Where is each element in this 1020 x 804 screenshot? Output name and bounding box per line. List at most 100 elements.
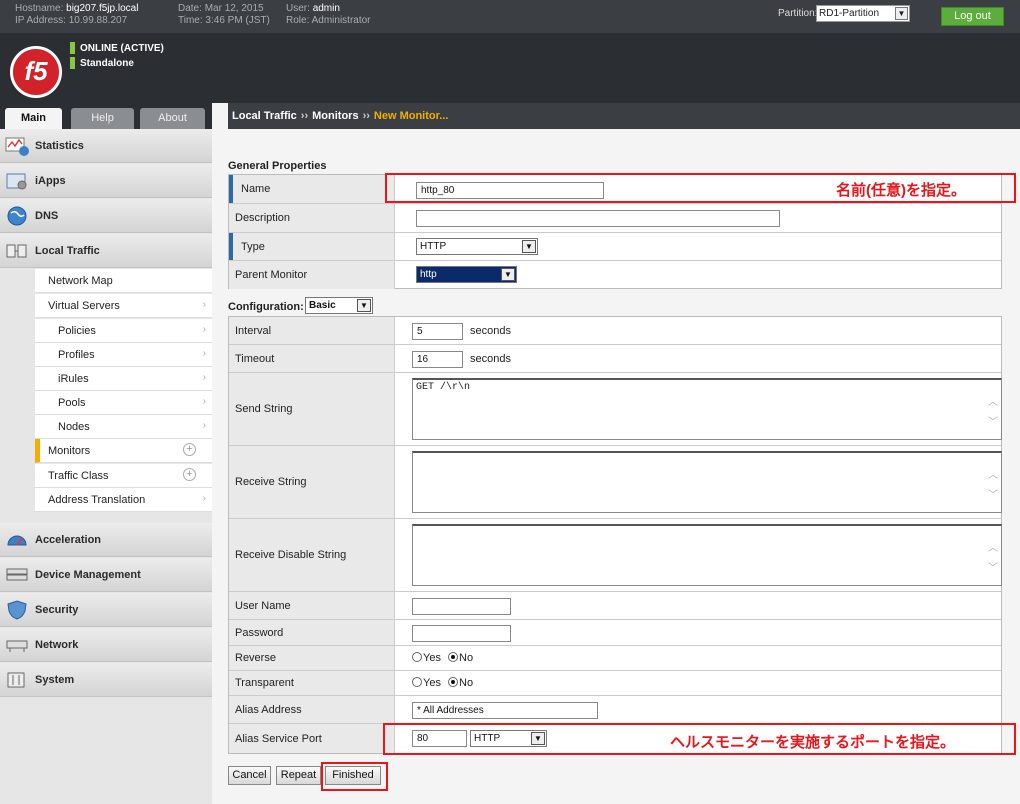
send-string-value: GET /\r\n: [416, 382, 471, 393]
parent-monitor-label-cell: Parent Monitor: [229, 261, 395, 289]
parent-monitor-select[interactable]: http ▼: [416, 266, 517, 283]
breadcrumb-monitors[interactable]: Monitors: [312, 110, 358, 122]
chevron-down-icon: ▼: [501, 268, 515, 281]
transparent-yes-radio[interactable]: Yes: [412, 677, 441, 689]
receive-string-textarea[interactable]: ︿ ﹀: [412, 451, 1002, 513]
receive-string-label-cell: Receive String: [229, 446, 395, 518]
role-label: Role:: [286, 15, 310, 26]
timeout-label-cell: Timeout: [229, 345, 395, 372]
radio-label: No: [459, 677, 474, 689]
local-traffic-icon: [6, 244, 27, 258]
scrollbar-icon[interactable]: ︿ ﹀: [988, 394, 998, 434]
breadcrumb-separator: ››: [362, 110, 370, 122]
host-info: Hostname: big207.f5jp.local IP Address: …: [15, 3, 138, 27]
sidebar-item-policies[interactable]: Policies ›: [35, 319, 212, 343]
reverse-no-radio[interactable]: No: [448, 652, 473, 664]
sidebar-item-local-traffic[interactable]: Local Traffic: [0, 234, 212, 268]
type-select[interactable]: HTTP ▼: [416, 238, 538, 255]
tab-main[interactable]: Main: [5, 108, 62, 129]
timeout-row: Timeout seconds: [229, 345, 1001, 373]
description-input[interactable]: [416, 210, 780, 227]
dns-icon: [7, 206, 27, 226]
password-label: Password: [235, 626, 284, 639]
transparent-label-cell: Transparent: [229, 671, 395, 695]
sidebar-item-acceleration[interactable]: Acceleration: [0, 523, 212, 557]
chevron-right-icon: ›: [202, 396, 206, 407]
username-label-cell: User Name: [229, 592, 395, 619]
date-value: Mar 12, 2015: [204, 3, 264, 14]
tab-about[interactable]: About: [140, 108, 205, 129]
sidebar-item-monitors[interactable]: Monitors +: [35, 439, 212, 463]
interval-unit: seconds: [470, 325, 511, 337]
parent-monitor-value: http: [420, 269, 437, 280]
sidebar-item-nodes[interactable]: Nodes ›: [35, 415, 212, 439]
sidebar-item-device-management[interactable]: Device Management: [0, 558, 212, 592]
f5-logo: f5: [10, 46, 62, 98]
add-icon[interactable]: +: [183, 468, 196, 481]
alias-address-label: Alias Address: [235, 703, 302, 716]
configuration-mode-select[interactable]: Basic ▼: [305, 297, 373, 314]
sidebar-item-virtual-servers[interactable]: Virtual Servers ›: [35, 294, 212, 318]
sidebar-item-network-map[interactable]: Network Map: [35, 269, 212, 293]
ip-value: 10.99.88.207: [68, 15, 128, 26]
chevron-down-icon: ▼: [357, 299, 371, 312]
radio-label: Yes: [423, 652, 441, 664]
receive-disable-string-row: Receive Disable String ︿ ﹀: [229, 519, 1002, 592]
receive-disable-string-textarea[interactable]: ︿ ﹀: [412, 524, 1002, 586]
interval-label-cell: Interval: [229, 317, 395, 344]
type-select-value: HTTP: [420, 241, 447, 252]
configuration-heading: Configuration: Basic ▼: [228, 297, 373, 314]
description-row: Description: [229, 204, 1001, 233]
partition-select[interactable]: RD1-Partition ▼: [816, 5, 910, 22]
hostname-value: big207.f5jp.local: [66, 3, 139, 14]
transparent-row: Transparent Yes No: [229, 671, 1001, 696]
timeout-label: Timeout: [235, 352, 275, 365]
sidebar-item-security[interactable]: Security: [0, 593, 212, 627]
reverse-row: Reverse Yes No: [229, 646, 1001, 671]
scrollbar-icon[interactable]: ︿ ﹀: [988, 540, 998, 580]
sidebar-item-pools[interactable]: Pools ›: [35, 391, 212, 415]
role-value: Administrator: [311, 15, 371, 26]
send-string-textarea[interactable]: GET /\r\n ︿ ﹀: [412, 378, 1002, 440]
scrollbar-icon[interactable]: ︿ ﹀: [988, 467, 998, 507]
add-icon[interactable]: +: [183, 443, 196, 456]
reverse-label: Reverse: [235, 652, 276, 664]
name-annotation-text: 名前(任意)を指定。: [836, 182, 966, 199]
reverse-label-cell: Reverse: [229, 646, 395, 670]
name-label-cell: Name: [229, 175, 395, 203]
sidebar-item-irules[interactable]: iRules ›: [35, 367, 212, 391]
username-input[interactable]: [412, 598, 511, 615]
radio-label: Yes: [423, 677, 441, 689]
description-label: Description: [235, 212, 291, 224]
cancel-button[interactable]: Cancel: [228, 766, 271, 785]
alias-address-input[interactable]: [412, 702, 598, 719]
sidebar-item-statistics[interactable]: Statistics: [0, 129, 212, 163]
password-row: Password: [229, 620, 1001, 646]
chevron-right-icon: ›: [202, 324, 206, 335]
sidebar-item-network[interactable]: Network: [0, 628, 212, 662]
sidebar-item-address-translation[interactable]: Address Translation ›: [35, 488, 212, 512]
reverse-yes-radio[interactable]: Yes: [412, 652, 441, 664]
timeout-input[interactable]: [412, 351, 463, 368]
name-label: Name: [241, 183, 271, 195]
type-label-cell: Type: [229, 233, 395, 260]
password-input[interactable]: [412, 625, 511, 642]
repeat-button[interactable]: Repeat: [276, 766, 321, 785]
hostname-label: Hostname:: [15, 3, 64, 14]
sidebar-item-dns[interactable]: DNS: [0, 199, 212, 233]
transparent-no-radio[interactable]: No: [448, 677, 473, 689]
alias-address-label-cell: Alias Address: [229, 696, 395, 723]
sidebar-item-iapps[interactable]: iApps: [0, 164, 212, 198]
logout-button[interactable]: Log out: [941, 7, 1004, 26]
tab-help[interactable]: Help: [71, 108, 134, 129]
radio-icon: [412, 652, 422, 662]
interval-input[interactable]: [412, 323, 463, 340]
sidebar-item-label: Pools: [58, 397, 86, 409]
sidebar-item-profiles[interactable]: Profiles ›: [35, 343, 212, 367]
receive-string-label: Receive String: [235, 476, 307, 488]
breadcrumb-local-traffic[interactable]: Local Traffic: [232, 110, 297, 122]
send-string-label-cell: Send String: [229, 373, 395, 445]
sidebar-item-label: Nodes: [58, 421, 90, 433]
sidebar-item-system[interactable]: System: [0, 663, 212, 697]
sidebar-item-traffic-class[interactable]: Traffic Class +: [35, 464, 212, 488]
